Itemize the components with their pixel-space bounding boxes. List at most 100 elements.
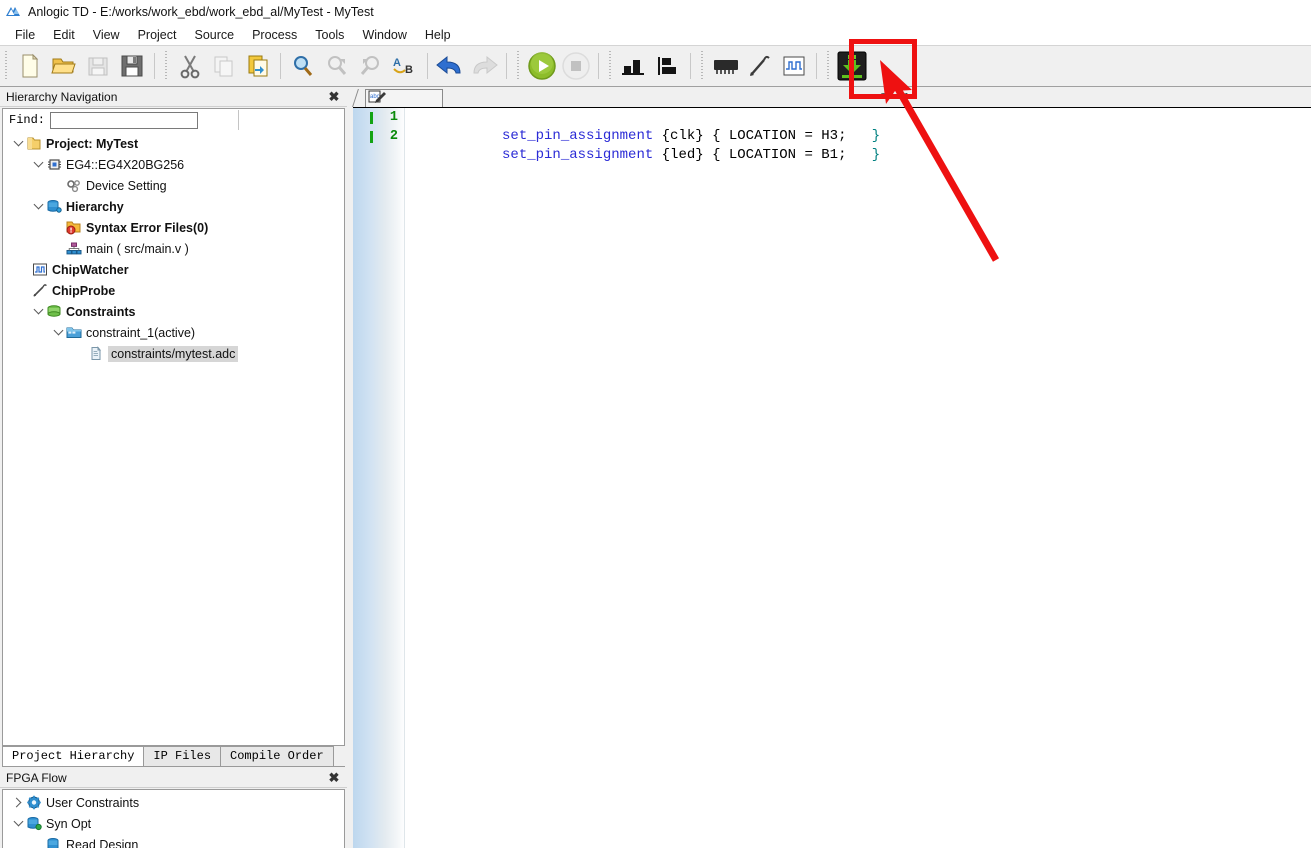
chevron-down-icon[interactable] [31,160,45,169]
cut-button[interactable] [173,49,207,83]
waveform-icon [783,56,805,76]
tree-item-hierarchy[interactable]: Hierarchy [3,196,344,217]
tree-item-device[interactable]: EG4::EG4X20BG256 [3,154,344,175]
device-button[interactable] [709,49,743,83]
hierarchy-panel-header: Hierarchy Navigation ✖ [0,88,347,107]
tree-item-label: Device Setting [86,178,167,193]
toolbar-grip[interactable] [825,51,833,81]
copy-button[interactable] [207,49,241,83]
editor-tab-active[interactable]: abc [365,89,443,107]
chevron-down-icon[interactable] [51,328,65,337]
tree-item-chipwatcher[interactable]: ChipWatcher [3,259,344,280]
probe-icon [747,53,773,79]
floorplan-button[interactable] [651,49,685,83]
adc-file-icon [87,346,105,362]
toolbar-grip[interactable] [515,51,523,81]
chipwatcher-button[interactable] [777,49,811,83]
tab-compile-order[interactable]: Compile Order [220,746,334,766]
tree-item-label: ChipProbe [52,283,116,298]
left-dock: Hierarchy Navigation ✖ Find: Project: My… [0,88,347,848]
code-token-brace: } [871,128,881,144]
fpga-flow-panel-close-icon[interactable]: ✖ [327,770,341,786]
menu-source[interactable]: Source [185,26,243,44]
application-window: Anlogic TD - E:/works/work_ebd/work_ebd_… [0,0,1311,848]
code-text[interactable]: set_pin_assignment {clk} { LOCATION = H3… [405,108,1311,848]
undo-icon [435,54,465,78]
tree-item-label: Constraints [66,304,136,319]
toolbar-grip[interactable] [3,51,11,81]
open-project-button[interactable] [47,49,81,83]
copy-icon [211,53,237,79]
code-editor[interactable]: 1 2 set_pin_assignment {clk} { LOCATION … [353,108,1311,848]
tree-item-constraint-file[interactable]: constraints/mytest.adc [3,343,344,364]
flow-item-read-design[interactable]: Read Design [3,834,344,848]
menu-view[interactable]: View [84,26,129,44]
chevron-down-icon[interactable] [11,139,25,148]
code-token-plain: {clk} { LOCATION = H3; [661,128,872,144]
save-all-button[interactable] [115,49,149,83]
tree-item-module-main[interactable]: main ( src/main.v ) [3,238,344,259]
find-next-button[interactable] [354,49,388,83]
hierarchy-panel-body: Find: Project: MyTest EG4::EG4X20BG256 D… [2,108,345,746]
constraints-icon [45,304,63,320]
run-flow-button[interactable] [525,49,559,83]
menu-project[interactable]: Project [129,26,186,44]
new-file-button[interactable] [13,49,47,83]
toolbar-grip[interactable] [699,51,707,81]
tab-ip-files[interactable]: IP Files [143,746,222,766]
tree-item-chipprobe[interactable]: ChipProbe [3,280,344,301]
search-icon [291,54,315,78]
find-previous-icon [325,54,349,78]
paste-button[interactable] [241,49,275,83]
toolbar-separator [427,53,428,79]
replace-button[interactable]: A B [388,49,422,83]
chevron-down-icon[interactable] [11,819,25,828]
chevron-down-icon[interactable] [31,307,45,316]
tree-item-project[interactable]: Project: MyTest [3,133,344,154]
toolbar-grip[interactable] [163,51,171,81]
hierarchy-icon [45,199,63,215]
menu-edit[interactable]: Edit [44,26,84,44]
find-previous-button[interactable] [320,49,354,83]
toolbar-grip[interactable] [607,51,615,81]
redo-button[interactable] [467,49,501,83]
syntax-error-icon [65,220,83,236]
menu-process[interactable]: Process [243,26,306,44]
fpga-flow-tree: User Constraints Syn Opt Read Design [2,789,345,848]
editor-area: abc main. 1 2 set_pin_assignment {clk} {… [352,88,1311,848]
cut-icon [177,53,203,79]
find-next-icon [359,54,383,78]
code-token-brace: } [871,147,881,163]
chipprobe-icon [31,283,49,299]
flow-item-user-constraints[interactable]: User Constraints [3,792,344,813]
find-divider [238,110,239,130]
tree-item-device-setting[interactable]: Device Setting [3,175,344,196]
hierarchy-panel-close-icon[interactable]: ✖ [327,89,341,105]
editor-tab-right-label: main. [881,91,917,103]
find-input[interactable] [50,111,199,129]
code-line: set_pin_assignment {clk} { LOCATION = H3… [418,108,1311,144]
chip-small-icon [45,157,63,173]
tree-item-constraints[interactable]: Constraints [3,301,344,322]
hierarchy-bottom-tabs: Project Hierarchy IP Files Compile Order [2,746,345,767]
stop-flow-button[interactable] [559,49,593,83]
svg-text:B: B [405,64,413,76]
find-button[interactable] [286,49,320,83]
menu-window[interactable]: Window [353,26,415,44]
chipprobe-button[interactable] [743,49,777,83]
replace-ab-icon: A B [392,54,418,78]
menu-file[interactable]: File [6,26,44,44]
chevron-down-icon[interactable] [31,202,45,211]
menu-help[interactable]: Help [416,26,460,44]
tree-item-constraint-set[interactable]: constraint_1(active) [3,322,344,343]
flow-item-syn-opt[interactable]: Syn Opt [3,813,344,834]
menu-tools[interactable]: Tools [306,26,353,44]
download-program-button[interactable] [835,49,869,83]
tab-project-hierarchy[interactable]: Project Hierarchy [2,746,145,766]
report-summary-button[interactable] [617,49,651,83]
toolbar-separator [506,53,507,79]
undo-button[interactable] [433,49,467,83]
chevron-right-icon[interactable] [11,798,25,807]
save-button[interactable] [81,49,115,83]
tree-item-syntax-errors[interactable]: Syntax Error Files(0) [3,217,344,238]
